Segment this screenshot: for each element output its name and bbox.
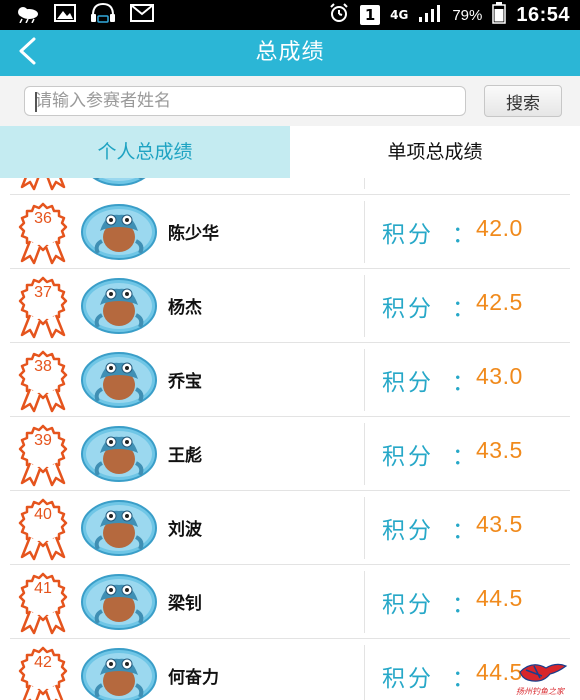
signal-strength-icon xyxy=(418,4,442,26)
score-value: 42.5 xyxy=(476,289,523,315)
score-value: 44.5 xyxy=(476,585,523,611)
status-bar-notifications xyxy=(14,2,154,28)
battery-icon xyxy=(492,2,507,28)
ranking-row[interactable]: 42 何奋力 积分： 44.5 xyxy=(0,639,580,700)
rank-ribbon-icon: 41 xyxy=(14,571,72,635)
rank-ribbon-icon: 38 xyxy=(14,349,72,413)
chevron-left-icon xyxy=(16,36,38,70)
score-value: 43.5 xyxy=(476,511,523,537)
tab-single-event-total[interactable]: 单项总成绩 xyxy=(290,126,580,178)
rank-ribbon-icon: 35 xyxy=(14,178,72,191)
score-label: 积分 xyxy=(382,370,434,396)
status-bar: 1 4G 79% 16:54 xyxy=(0,0,580,30)
column-divider xyxy=(364,645,365,700)
ranking-row[interactable]: 36 陈少华 积分 ： 42.0 xyxy=(0,195,580,269)
ranking-row[interactable]: 35林飞积分：42.0 xyxy=(0,178,580,195)
score-colon: ： xyxy=(452,222,475,248)
ranking-row[interactable]: 41 梁钊 积分 ： 44.5 xyxy=(0,565,580,639)
score-colon: ： xyxy=(452,666,475,692)
rank-number: 37 xyxy=(34,284,52,301)
score-colon: ： xyxy=(452,444,475,470)
rank-ribbon-icon: 42 xyxy=(14,645,72,700)
rank-ribbon-icon: 39 xyxy=(14,423,72,487)
rank-number: 40 xyxy=(34,506,52,523)
tab-personal-total[interactable]: 个人总成绩 xyxy=(0,126,290,178)
avatar[interactable] xyxy=(80,277,158,335)
column-divider xyxy=(364,571,365,633)
avatar[interactable] xyxy=(80,351,158,409)
network-type-label: 4G xyxy=(390,9,408,21)
score-label: 积分 xyxy=(382,444,434,470)
rank-number: 39 xyxy=(34,432,52,449)
headset-icon xyxy=(90,2,116,28)
player-name: 刘波 xyxy=(168,520,202,540)
weather-icon xyxy=(14,3,40,27)
page-title: 总成绩 xyxy=(255,40,325,65)
score-value: 42.0 xyxy=(476,215,523,241)
score-label: 积分 xyxy=(382,518,434,544)
search-bar: 搜索 xyxy=(0,76,580,126)
score-label: 积分 xyxy=(382,222,434,248)
rank-number: 41 xyxy=(34,580,52,597)
tab-bar: 个人总成绩 单项总成绩 xyxy=(0,126,580,178)
column-divider xyxy=(364,178,365,189)
network-type-text: 4G xyxy=(390,8,409,22)
search-button[interactable]: 搜索 xyxy=(484,85,562,117)
score-colon: ： xyxy=(452,518,475,544)
avatar[interactable] xyxy=(80,425,158,483)
player-name: 乔宝 xyxy=(168,372,202,392)
ranking-list[interactable]: 35林飞积分：42.036陈少华积分：42.037杨杰积分：42.538乔宝积分… xyxy=(0,178,580,700)
ranking-row[interactable]: 39 王彪 积分 ： 43.5 xyxy=(0,417,580,491)
rank-number: 42 xyxy=(34,654,52,671)
rank-ribbon-icon: 40 xyxy=(14,497,72,561)
column-divider xyxy=(364,497,365,559)
score-colon: ： xyxy=(452,296,475,322)
score-label: 积分 xyxy=(382,666,434,692)
text-cursor xyxy=(35,92,37,112)
score-label: 积分 xyxy=(382,592,434,618)
column-divider xyxy=(364,349,365,411)
rank-ribbon-icon: 37 xyxy=(14,275,72,339)
column-divider xyxy=(364,201,365,263)
avatar[interactable] xyxy=(80,499,158,557)
clock: 16:54 xyxy=(516,3,570,26)
player-name: 陈少华 xyxy=(168,224,219,244)
ranking-row[interactable]: 40 刘波 积分 ： 43.5 xyxy=(0,491,580,565)
ranking-row[interactable]: 38 乔宝 积分 ： 43.0 xyxy=(0,343,580,417)
sim-slot-indicator: 1 xyxy=(360,5,381,25)
player-name: 何奋力 xyxy=(168,668,219,688)
score-label: 积分 xyxy=(382,296,434,322)
ranking-row[interactable]: 37 杨杰 积分 ： 42.5 xyxy=(0,269,580,343)
avatar[interactable] xyxy=(80,203,158,261)
rank-number: 36 xyxy=(34,210,52,227)
status-bar-system: 1 4G 79% 16:54 xyxy=(328,2,570,28)
search-input[interactable] xyxy=(24,86,466,116)
app-header: 总成绩 xyxy=(0,30,580,76)
column-divider xyxy=(364,423,365,485)
rank-number: 38 xyxy=(34,358,52,375)
avatar[interactable] xyxy=(80,647,158,700)
avatar[interactable] xyxy=(80,573,158,631)
svg-text:扬州钓鱼之家: 扬州钓鱼之家 xyxy=(516,687,565,696)
score-colon: ： xyxy=(452,592,475,618)
rank-ribbon-icon: 36 xyxy=(14,201,72,265)
score-value: 43.5 xyxy=(476,437,523,463)
watermark-logo: 扬州钓鱼之家 xyxy=(512,658,574,698)
score-value: 43.0 xyxy=(476,363,523,389)
column-divider xyxy=(364,275,365,337)
battery-percent: 79% xyxy=(452,6,483,24)
ranking-list-content: 35林飞积分：42.036陈少华积分：42.037杨杰积分：42.538乔宝积分… xyxy=(0,178,580,700)
avatar[interactable] xyxy=(80,178,158,187)
alarm-icon xyxy=(328,2,350,28)
player-name: 梁钊 xyxy=(168,594,202,614)
score-colon: ： xyxy=(452,370,475,396)
mail-icon xyxy=(130,4,154,26)
back-button[interactable] xyxy=(8,34,46,72)
player-name: 王彪 xyxy=(168,446,202,466)
gallery-icon xyxy=(54,4,76,26)
player-name: 杨杰 xyxy=(168,298,202,318)
